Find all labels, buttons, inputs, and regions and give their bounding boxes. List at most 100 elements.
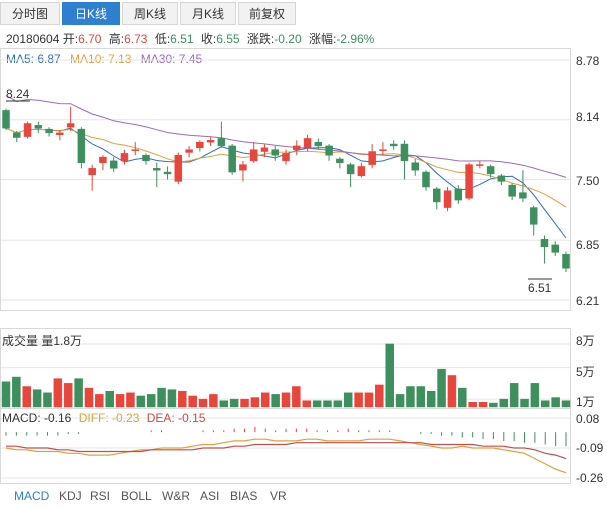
candle-body [13,132,21,138]
volume-bar [22,386,31,408]
macd-axis-tick: -0.09 [576,441,604,455]
candle-body [99,156,107,163]
macd-axis-tick: 0.08 [576,412,600,426]
volume-bar [126,392,135,408]
volume-bar [509,383,519,408]
volume-bar [426,390,436,408]
indicator-kdj[interactable]: KDJ [59,489,82,503]
candle-body [379,149,387,151]
candle-body [142,155,150,162]
volume-bar [32,389,42,408]
macd-plot [5,426,567,474]
candle-body [88,168,96,176]
candle-body [217,138,226,147]
candle-body [433,188,441,203]
volume-bar [354,392,363,408]
indicator-wr[interactable]: W&R [162,489,190,503]
volume-bar [12,376,21,408]
price-axis-tick: 8.78 [576,54,600,68]
candle-body [411,162,419,171]
indicator-vr[interactable]: VR [270,489,287,503]
candle-body [325,145,333,156]
volume-bar [188,395,197,408]
price-axis-tick: 6.85 [576,238,600,252]
candle-body [508,184,516,197]
candle-body [153,168,161,171]
volume-bar [229,398,239,408]
candle-body [476,164,484,166]
indicator-asi[interactable]: ASI [200,489,219,503]
candle-body [23,123,32,137]
volume-bar [115,394,125,408]
candle-body [303,138,312,149]
candle-body [486,166,495,175]
volume-bar [561,400,571,408]
volume-bar [499,398,509,408]
volume-bar [198,398,208,408]
candle-body [497,175,506,182]
volume-bar [530,383,540,408]
ma10-line [5,127,567,208]
volume-axis-tick: 1万 [576,395,595,409]
volume-bar [323,400,332,408]
candles [2,106,570,272]
candle-body [400,143,409,162]
macd-axis-tick: -0.26 [576,471,604,485]
volume-bar [209,394,218,408]
volume-bar [375,384,384,408]
ma5-line [5,127,567,239]
volume-bar [95,394,104,408]
candle-body [260,147,269,152]
volume-bar [167,389,177,408]
candle-body [131,149,139,151]
volume-bar [74,378,83,408]
candle-body [2,110,10,129]
candle-body [336,158,344,163]
candle-body [454,188,463,201]
candle-body [66,123,75,128]
diff-value-label: DIFF: -0.23 [78,411,140,425]
volume-bar [292,386,301,408]
candle-body [239,164,247,171]
indicator-macd[interactable]: MACD [14,489,49,503]
indicator-bias[interactable]: BIAS [230,489,257,503]
candle-body [56,132,64,135]
indicator-boll[interactable]: BOLL [121,489,152,503]
candle-body [271,149,279,156]
candle-body [346,164,355,175]
volume-bar [447,375,457,408]
volume-bar [437,368,446,408]
candle-body [109,160,118,169]
candle-body [206,140,215,143]
volume-bar [250,397,260,408]
candle-body [529,207,538,225]
volume-bar [178,390,187,408]
volume-bar [240,398,249,408]
volume-bar [136,395,146,408]
volume-bar [416,386,426,408]
volume-bar [406,386,415,408]
volume-bar [541,400,550,408]
candle-body [163,171,172,175]
candle-body [293,145,301,150]
candle-body [174,155,183,182]
candle-body [551,244,559,253]
volume-title: 成交量 量1.8万 [2,334,83,348]
candle-body [540,239,549,248]
candle-body [519,192,527,199]
volume-bar [146,394,156,408]
volume-axis-tick: 8万 [576,334,595,348]
price-axis-tick: 6.21 [576,294,600,308]
volume-bar [271,394,280,408]
indicator-rsi[interactable]: RSI [90,489,110,503]
candle-body [77,128,86,163]
volume-bar [1,381,11,408]
low-price-mark: 6.51 [528,281,552,295]
volume-bar [219,400,229,408]
volume-bar [364,392,374,408]
volume-bar [84,387,94,408]
volume-bar [478,402,488,408]
volume-bar [63,383,73,408]
candle-body [357,166,366,177]
volume-bar [157,387,166,408]
